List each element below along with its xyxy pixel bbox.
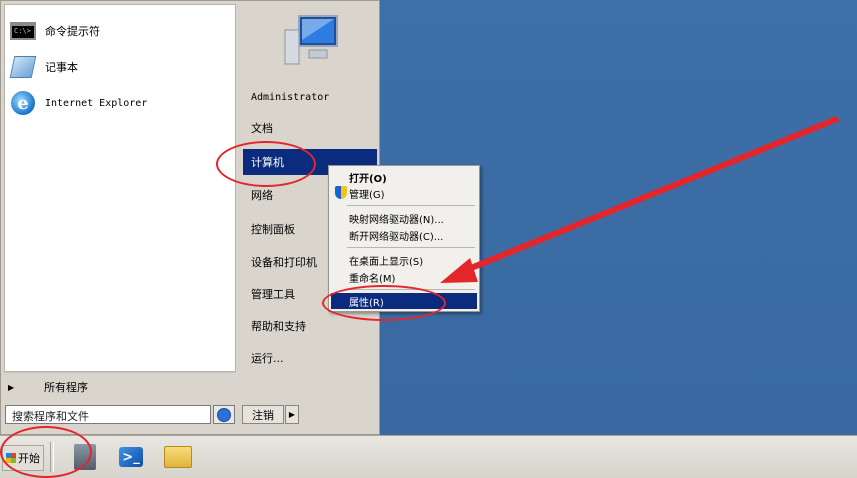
annotation-arrow bbox=[440, 116, 840, 283]
